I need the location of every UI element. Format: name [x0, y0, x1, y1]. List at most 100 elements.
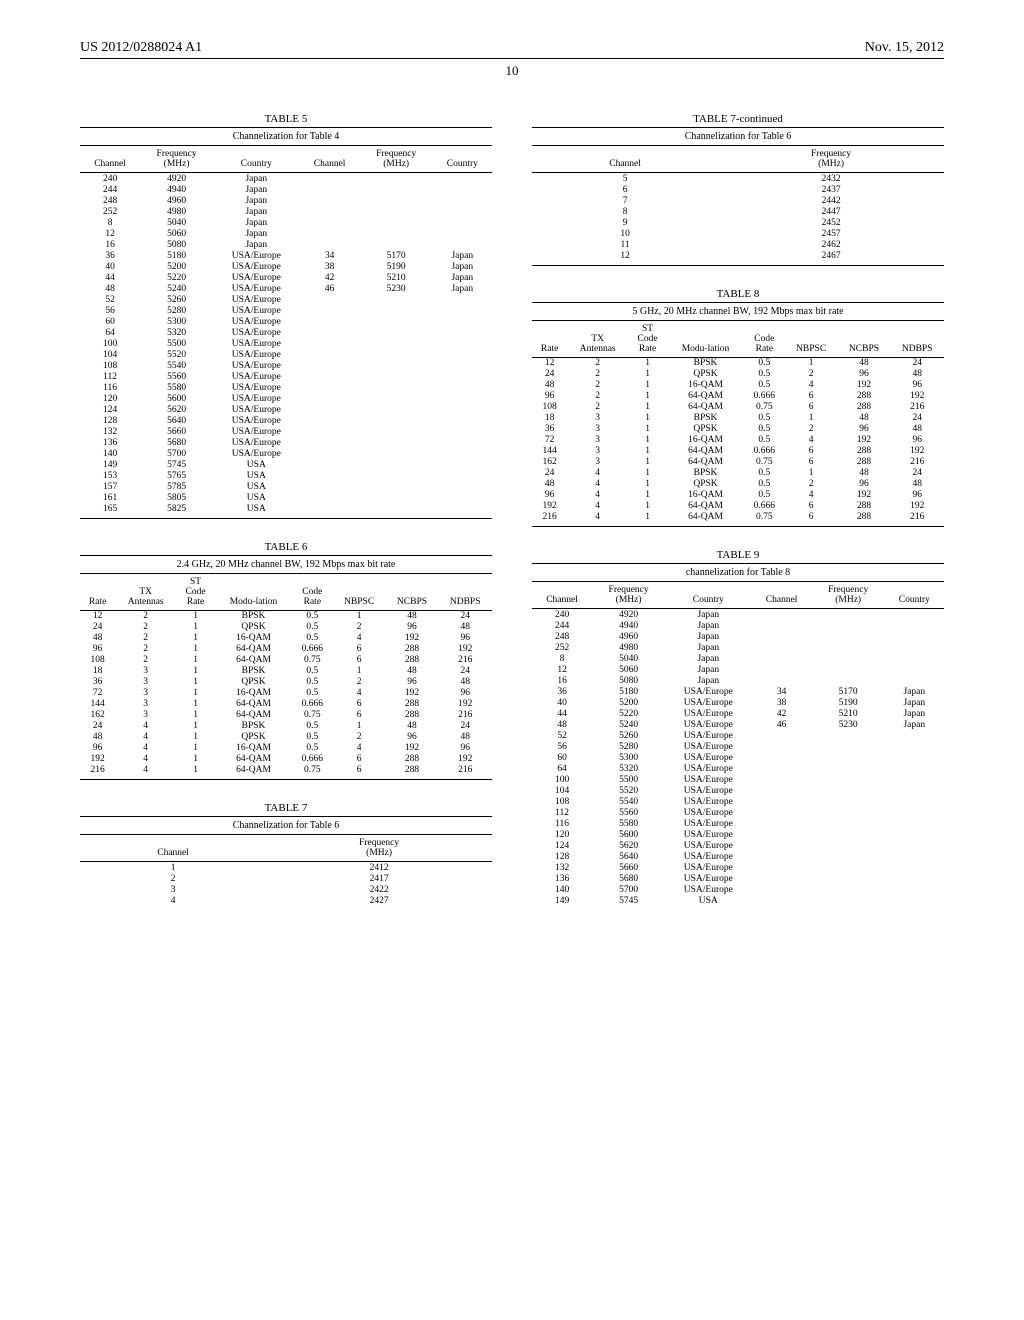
table-cell: 40 [80, 261, 140, 272]
table-row: 405200USA/Europe385190Japan [532, 697, 944, 708]
table-cell: 1 [176, 666, 215, 677]
table-cell [433, 228, 492, 239]
table-cell: 16-QAM [215, 743, 292, 754]
table-cell: 2 [333, 677, 386, 688]
table-cell: 5620 [140, 404, 213, 415]
table-cell: 1 [785, 413, 838, 424]
table-cell [433, 437, 492, 448]
table-cell [300, 371, 360, 382]
table-cell [433, 349, 492, 360]
column-header: Country [665, 582, 752, 609]
table-cell: 16-QAM [667, 435, 744, 446]
table-title: TABLE 7 [80, 802, 492, 814]
table-cell [885, 785, 944, 796]
table-row: 85040Japan [80, 217, 492, 228]
table-cell: 5170 [812, 686, 885, 697]
table-cell: Japan [213, 195, 300, 206]
table-cell: Japan [433, 261, 492, 272]
table-cell [812, 752, 885, 763]
table-cell: 4 [115, 765, 176, 780]
table-cell: USA/Europe [213, 448, 300, 459]
table-cell: 3 [115, 699, 176, 710]
table-cell [300, 492, 360, 503]
table-cell: 5540 [592, 796, 665, 807]
table-cell: 5500 [140, 338, 213, 349]
table-cell: 8 [80, 217, 140, 228]
table-cell: 0.5 [744, 490, 785, 501]
table-cell: 46 [752, 719, 812, 730]
table-row: 1205600USA/Europe [80, 393, 492, 404]
table-cell: 2432 [718, 173, 944, 185]
table-cell: 244 [80, 184, 140, 195]
table-cell: 42 [300, 272, 360, 283]
table-cell: 1 [628, 424, 667, 435]
column-header: Modu-lation [667, 321, 744, 358]
table-cell: USA/Europe [665, 873, 752, 884]
table-cell [300, 294, 360, 305]
table-cell: 216 [890, 402, 944, 413]
table-cell: 132 [80, 426, 140, 437]
table-cell: 0.666 [292, 699, 333, 710]
table-cell: 5560 [140, 371, 213, 382]
table-cell [360, 437, 433, 448]
table-cell: 72 [532, 435, 567, 446]
table-cell: 5040 [592, 653, 665, 664]
table-cell: 5170 [360, 250, 433, 261]
table-6: TABLE 6 2.4 GHz, 20 MHz channel BW, 192 … [80, 541, 492, 781]
table-row: 645320USA/Europe [532, 763, 944, 774]
table-cell: 5580 [140, 382, 213, 393]
column-header: CodeRate [292, 574, 333, 611]
table-cell: 16 [532, 675, 592, 686]
table-cell: USA [213, 470, 300, 481]
table-cell [885, 840, 944, 851]
table-cell: 4980 [140, 206, 213, 217]
table-cell: 192 [438, 699, 492, 710]
table-cell [885, 620, 944, 631]
table-cell: 5825 [140, 503, 213, 518]
table-cell: 112 [532, 807, 592, 818]
table-row: 1221BPSK0.514824 [532, 357, 944, 369]
table-row: 102457 [532, 228, 944, 239]
table-5: TABLE 5 Channelization for Table 4 Chann… [80, 113, 492, 519]
table-cell [433, 294, 492, 305]
table-cell: 0.5 [744, 424, 785, 435]
table-row: 82447 [532, 206, 944, 217]
column-header: Country [885, 582, 944, 609]
table-cell [433, 217, 492, 228]
table-cell [300, 404, 360, 415]
table-cell: 6 [333, 644, 386, 655]
table-cell: Japan [665, 664, 752, 675]
table-cell: 2 [785, 369, 838, 380]
header-row: ChannelFrequency(MHz) [80, 835, 492, 862]
table-cell [433, 239, 492, 250]
table-cell: 1 [628, 512, 667, 527]
table-row: 1924164-QAM0.6666288192 [532, 501, 944, 512]
table-7c-content: ChannelFrequency(MHz) 524326243772442824… [532, 146, 944, 266]
table-cell: 0.75 [744, 457, 785, 468]
table-cell: 216 [532, 512, 567, 527]
table-cell: 48 [386, 721, 439, 732]
table-cell: 108 [80, 655, 115, 666]
table-cell: 1 [628, 357, 667, 369]
table-cell: 96 [80, 644, 115, 655]
table-cell [360, 217, 433, 228]
table-cell: 149 [80, 459, 140, 470]
table-cell: 24 [438, 666, 492, 677]
table-cell: 1 [176, 743, 215, 754]
table-cell [812, 609, 885, 621]
table-cell [752, 752, 812, 763]
table-cell: 38 [752, 697, 812, 708]
table-cell: 12 [80, 610, 115, 622]
table-cell: 0.75 [292, 710, 333, 721]
table-cell: 3 [567, 457, 628, 468]
table-cell: 42 [752, 708, 812, 719]
table-row: 2404920Japan [80, 173, 492, 185]
table-row: 365180USA/Europe345170Japan [532, 686, 944, 697]
table-cell: 18 [532, 413, 567, 424]
table-row: 1365680USA/Europe [532, 873, 944, 884]
table-cell: 192 [890, 501, 944, 512]
table-cell [752, 807, 812, 818]
table-cell: 96 [838, 479, 891, 490]
table-cell [752, 862, 812, 873]
table-row: 2421QPSK0.529648 [532, 369, 944, 380]
